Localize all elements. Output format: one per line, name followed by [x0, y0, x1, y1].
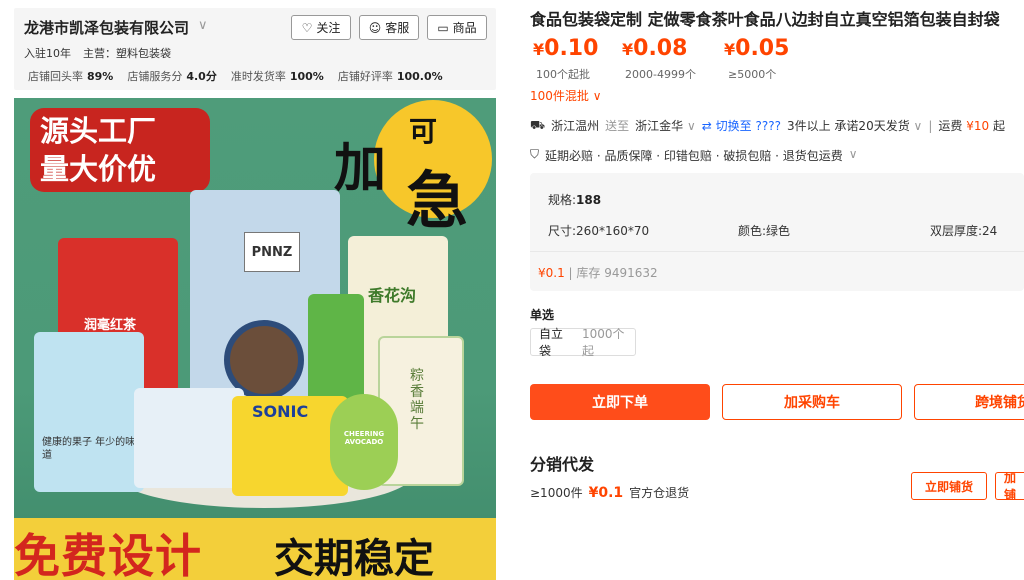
- follow-button[interactable]: ♡ 关注: [291, 15, 351, 40]
- brush-text-1: 加: [334, 138, 387, 199]
- chevron-down-icon: ∨: [848, 147, 858, 161]
- shop-name[interactable]: 龙港市凯泽包装有限公司: [24, 17, 189, 38]
- chevron-down-icon[interactable]: ∨: [198, 18, 208, 33]
- divider: |: [928, 118, 933, 133]
- buy-now-button[interactable]: 立即下单: [530, 384, 710, 420]
- mixed-batch-dropdown[interactable]: 100件混批 ∨: [530, 87, 602, 104]
- stock-info: ¥0.1 | 库存 9491632: [538, 266, 658, 280]
- shop-header: 龙港市凯泽包装有限公司 ∨ ♡ 关注 ☺ 客服 ▭ 商品 入驻10年 主营：塑料…: [14, 8, 496, 90]
- option-min: 1000个起: [582, 327, 625, 358]
- brush-text-small: 可: [409, 115, 438, 148]
- shop-main-business: 主营：塑料包装袋: [83, 47, 171, 60]
- products-label: 商品: [452, 21, 477, 35]
- ship-from: 浙江温州: [551, 119, 600, 133]
- price-tier-2-qty: 2000-4999个: [625, 68, 696, 81]
- price-tier-3-qty: ≥5000个: [728, 68, 777, 81]
- follow-label: 关注: [316, 21, 341, 35]
- shop-meta: 入驻10年 主营：塑料包装袋: [24, 45, 171, 61]
- chevron-down-icon: ∨: [913, 119, 923, 133]
- product-title: 食品包装袋定制 定做零食茶叶食品八边封自立真空铝箔包装自封袋: [530, 10, 1000, 29]
- brush-text-2: 急: [406, 164, 469, 237]
- chat-icon: ☺: [368, 20, 382, 35]
- shipping-fee: 运费 ¥10 起: [938, 119, 1005, 133]
- banner-stable-delivery: 交期稳定: [274, 536, 434, 580]
- add-to-cart-button[interactable]: 加采购车: [722, 384, 902, 420]
- product-main-image[interactable]: 源头工厂 量大价优 加 可 急 润毫红茶 PNNZ 香花沟 粽香端午 健康的果子…: [14, 98, 496, 580]
- publish-now-button[interactable]: 立即铺货: [911, 472, 987, 500]
- ship-to-dropdown[interactable]: 浙江金华 ∨: [635, 117, 696, 134]
- bag-green: [308, 294, 364, 404]
- option-name: 自立袋: [539, 327, 564, 358]
- service-label: 客服: [385, 21, 410, 35]
- factory-tag: 源头工厂 量大价优: [30, 108, 210, 192]
- ship-promise-dropdown[interactable]: 3件以上 承诺20天发货 ∨: [787, 117, 922, 134]
- service-guarantees[interactable]: ⛉ 延期必赔 · 品质保障 · 印错包赔 · 破损包赔 · 退货包运费 ∨: [530, 147, 858, 164]
- shield-icon: ⛉: [530, 147, 540, 161]
- shop-stats: 店铺回头率 89% 店铺服务分 4.0分 准时发货率 100% 店铺好评率 100.0%: [28, 68, 443, 84]
- chevron-down-icon: ∨: [686, 119, 696, 133]
- customer-service-button[interactable]: ☺ 客服: [359, 15, 419, 40]
- price-tier-1: ¥0.10: [533, 36, 599, 61]
- shop-years: 入驻10年: [24, 47, 71, 60]
- switch-address-link[interactable]: ⇄ 切换至 ????: [702, 117, 781, 134]
- distribution-price: ¥0.1: [588, 485, 624, 501]
- distribution-return: 官方仓退货: [629, 486, 690, 500]
- distribution-info: ≥1000件 ¥0.1 官方仓退货: [530, 484, 689, 501]
- spec-name: 规格:188: [548, 193, 602, 207]
- banner-free-design: 免费设计: [14, 529, 202, 580]
- price-tier-3: ¥0.05: [724, 36, 790, 61]
- stat-good-review-rate: 店铺好评率 100.0%: [337, 70, 443, 83]
- distribution-min-qty: ≥1000件: [530, 486, 583, 500]
- spec-thickness: 双层厚度:24: [930, 224, 998, 238]
- add-publish-button[interactable]: 加铺: [995, 472, 1024, 500]
- stat-service-score: 店铺服务分 4.0分: [127, 70, 217, 83]
- spec-panel: 规格:188 尺寸:260*160*70 颜色:绿色 双层厚度:24 ¥0.1 …: [530, 173, 1024, 291]
- distribution-title: 分销代发: [530, 455, 595, 474]
- tag-line-1: 源头工厂: [40, 114, 157, 148]
- products-button[interactable]: ▭ 商品: [427, 15, 487, 40]
- price-tier-2: ¥0.08: [622, 36, 688, 61]
- bag-fruit: 健康的果子 年少的味道: [34, 332, 144, 492]
- truck-icon: ⛟: [530, 117, 546, 132]
- option-chip-standup-bag[interactable]: 自立袋 1000个起: [530, 327, 636, 358]
- cross-border-button[interactable]: 跨境铺货: [914, 384, 1024, 420]
- option-heading: 单选: [530, 308, 555, 322]
- price-tier-1-qty: 100个起批: [536, 68, 590, 81]
- heart-icon: ♡: [301, 20, 313, 35]
- ship-to-word: 送至: [605, 119, 630, 133]
- stat-return-rate: 店铺回头率 89%: [28, 70, 114, 83]
- shipping-row: ⛟ 浙江温州 送至 浙江金华 ∨ ⇄ 切换至 ???? 3件以上 承诺20天发货…: [530, 117, 1005, 134]
- product-page: 龙港市凯泽包装有限公司 ∨ ♡ 关注 ☺ 客服 ▭ 商品 入驻10年 主营：塑料…: [0, 0, 1024, 580]
- store-icon: ▭: [437, 20, 449, 35]
- service-text: 延期必赔 · 品质保障 · 印错包赔 · 破损包赔 · 退货包运费: [545, 149, 843, 163]
- spec-size: 尺寸:260*160*70: [548, 224, 650, 238]
- stat-ontime-rate: 准时发货率 100%: [230, 70, 324, 83]
- bag-lol: [134, 388, 244, 488]
- divider: [530, 251, 1024, 252]
- bag-avocado: CHEERING AVOCADO: [330, 394, 398, 490]
- spec-color: 颜色:绿色: [738, 224, 791, 238]
- tag-line-2: 量大价优: [40, 152, 157, 186]
